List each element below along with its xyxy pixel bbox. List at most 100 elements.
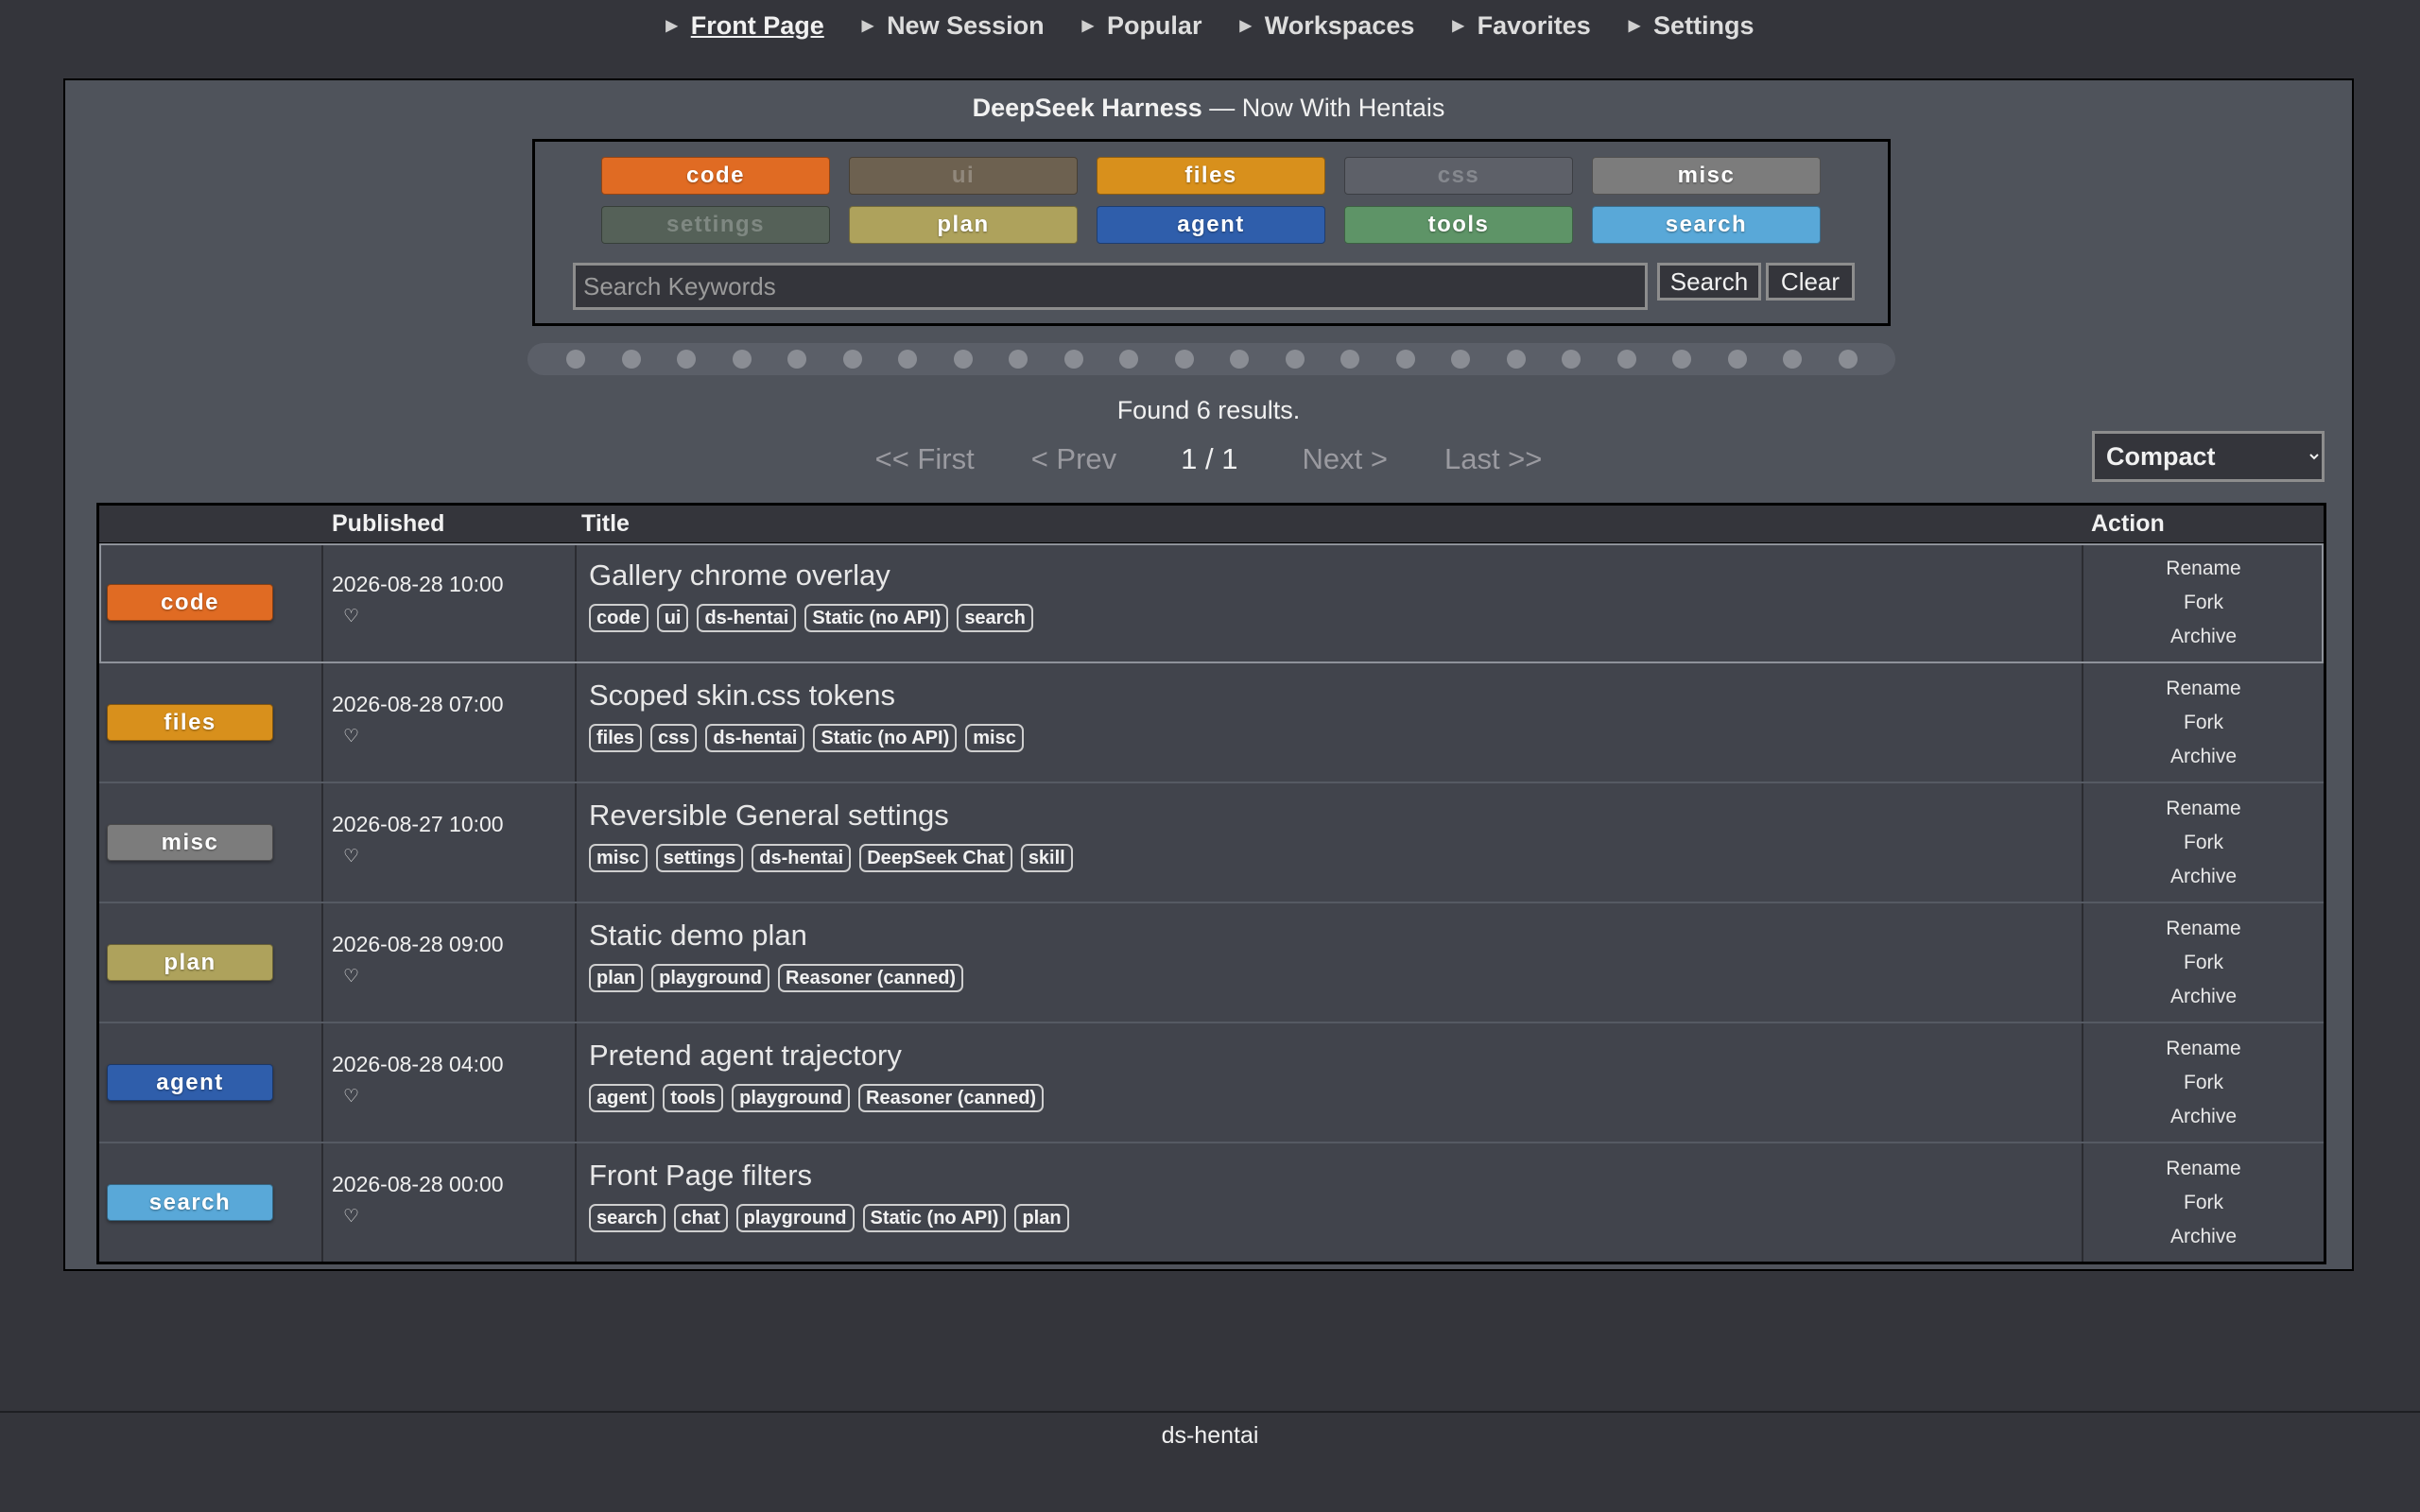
tag[interactable]: playground bbox=[735, 1204, 855, 1232]
tag[interactable]: agent bbox=[589, 1084, 655, 1112]
rename-link[interactable]: Rename bbox=[2166, 918, 2240, 940]
rename-link[interactable]: Rename bbox=[2166, 678, 2240, 700]
tag[interactable]: Static (no API) bbox=[862, 1204, 1007, 1232]
nav-popular[interactable]: ▶ Popular bbox=[1082, 11, 1202, 41]
slider-dot[interactable] bbox=[1395, 350, 1415, 369]
slider-dot[interactable] bbox=[732, 350, 752, 369]
nav-favorites[interactable]: ▶ Favorites bbox=[1452, 11, 1590, 41]
archive-link[interactable]: Archive bbox=[2170, 986, 2237, 1008]
category-badge[interactable]: misc bbox=[107, 824, 273, 861]
slider-dot[interactable] bbox=[1616, 350, 1636, 369]
slider-dot[interactable] bbox=[1230, 350, 1250, 369]
search-button[interactable]: Search bbox=[1657, 263, 1761, 301]
session-title-link[interactable]: Reversible General settings bbox=[589, 799, 2082, 833]
session-title-link[interactable]: Gallery chrome overlay bbox=[589, 558, 2082, 593]
fork-link[interactable]: Fork bbox=[2184, 592, 2223, 614]
tag[interactable]: plan bbox=[1014, 1204, 1069, 1232]
tag[interactable]: Static (no API) bbox=[804, 604, 949, 632]
tag[interactable]: ds-hentai bbox=[752, 844, 852, 872]
tag[interactable]: ui bbox=[656, 604, 689, 632]
favorite-heart-icon[interactable]: ♡ bbox=[343, 1086, 359, 1108]
slider-dot[interactable] bbox=[1783, 350, 1803, 369]
tag[interactable]: files bbox=[589, 724, 643, 752]
nav-settings[interactable]: ▶ Settings bbox=[1629, 11, 1754, 41]
archive-link[interactable]: Archive bbox=[2170, 746, 2237, 768]
archive-link[interactable]: Archive bbox=[2170, 626, 2237, 648]
rename-link[interactable]: Rename bbox=[2166, 1158, 2240, 1180]
slider-dot[interactable] bbox=[1506, 350, 1526, 369]
category-button-settings[interactable]: settings bbox=[601, 206, 830, 244]
slider-dot[interactable] bbox=[1063, 350, 1083, 369]
rename-link[interactable]: Rename bbox=[2166, 1038, 2240, 1060]
favorite-heart-icon[interactable]: ♡ bbox=[343, 726, 359, 747]
category-button-ui[interactable]: ui bbox=[849, 157, 1078, 195]
slider-dot[interactable] bbox=[677, 350, 697, 369]
tag[interactable]: Static (no API) bbox=[813, 724, 958, 752]
slider-dot[interactable] bbox=[1119, 350, 1139, 369]
tag[interactable]: Reasoner (canned) bbox=[778, 964, 964, 992]
fork-link[interactable]: Fork bbox=[2184, 1072, 2223, 1094]
category-button-plan[interactable]: plan bbox=[849, 206, 1078, 244]
fork-link[interactable]: Fork bbox=[2184, 1192, 2223, 1214]
clear-button[interactable]: Clear bbox=[1766, 263, 1855, 301]
tag[interactable]: skill bbox=[1020, 844, 1073, 872]
archive-link[interactable]: Archive bbox=[2170, 866, 2237, 888]
tag[interactable]: chat bbox=[673, 1204, 728, 1232]
slider-dot[interactable] bbox=[1562, 350, 1582, 369]
category-button-misc[interactable]: misc bbox=[1592, 157, 1821, 195]
slider-dot[interactable] bbox=[566, 350, 585, 369]
nav-new-session[interactable]: ▶ New Session bbox=[862, 11, 1045, 41]
fork-link[interactable]: Fork bbox=[2184, 952, 2223, 974]
rename-link[interactable]: Rename bbox=[2166, 798, 2240, 820]
fork-link[interactable]: Fork bbox=[2184, 832, 2223, 854]
tag[interactable]: search bbox=[957, 604, 1033, 632]
tag[interactable]: ds-hentai bbox=[697, 604, 797, 632]
tag[interactable]: plan bbox=[589, 964, 644, 992]
category-badge[interactable]: code bbox=[107, 584, 273, 621]
category-badge[interactable]: files bbox=[107, 704, 273, 741]
category-badge[interactable]: agent bbox=[107, 1064, 273, 1101]
category-badge[interactable]: search bbox=[107, 1184, 273, 1221]
tag[interactable]: DeepSeek Chat bbox=[859, 844, 1012, 872]
tag[interactable]: ds-hentai bbox=[705, 724, 805, 752]
session-title-link[interactable]: Static demo plan bbox=[589, 919, 2082, 953]
archive-link[interactable]: Archive bbox=[2170, 1226, 2237, 1248]
category-button-tools[interactable]: tools bbox=[1344, 206, 1573, 244]
tag[interactable]: tools bbox=[663, 1084, 724, 1112]
tag[interactable]: misc bbox=[965, 724, 1024, 752]
tag[interactable]: Reasoner (canned) bbox=[858, 1084, 1045, 1112]
tag[interactable]: playground bbox=[651, 964, 770, 992]
slider-dot[interactable] bbox=[1672, 350, 1692, 369]
tag[interactable]: search bbox=[589, 1204, 666, 1232]
slider-dot[interactable] bbox=[898, 350, 918, 369]
slider-dot[interactable] bbox=[1174, 350, 1194, 369]
category-button-search[interactable]: search bbox=[1592, 206, 1821, 244]
nav-workspaces[interactable]: ▶ Workspaces bbox=[1239, 11, 1414, 41]
slider-dot[interactable] bbox=[1340, 350, 1360, 369]
category-button-files[interactable]: files bbox=[1097, 157, 1325, 195]
rename-link[interactable]: Rename bbox=[2166, 558, 2240, 580]
archive-link[interactable]: Archive bbox=[2170, 1106, 2237, 1128]
fork-link[interactable]: Fork bbox=[2184, 712, 2223, 734]
slider-dot[interactable] bbox=[1009, 350, 1028, 369]
category-badge[interactable]: plan bbox=[107, 944, 273, 981]
slider-dot[interactable] bbox=[787, 350, 807, 369]
favorite-heart-icon[interactable]: ♡ bbox=[343, 966, 359, 988]
slider-dot[interactable] bbox=[1285, 350, 1305, 369]
slider-dot[interactable] bbox=[953, 350, 973, 369]
favorite-heart-icon[interactable]: ♡ bbox=[343, 1206, 359, 1228]
view-mode-select[interactable]: Compact bbox=[2092, 431, 2325, 482]
slider-dot[interactable] bbox=[1727, 350, 1747, 369]
session-title-link[interactable]: Front Page filters bbox=[589, 1159, 2082, 1193]
category-button-css[interactable]: css bbox=[1344, 157, 1573, 195]
favorite-heart-icon[interactable]: ♡ bbox=[343, 846, 359, 868]
slider-dot[interactable] bbox=[1451, 350, 1471, 369]
category-button-code[interactable]: code bbox=[601, 157, 830, 195]
search-input[interactable] bbox=[573, 263, 1648, 310]
tag[interactable]: playground bbox=[732, 1084, 851, 1112]
slider-dot[interactable] bbox=[621, 350, 641, 369]
slider-dot[interactable] bbox=[1838, 350, 1858, 369]
tag[interactable]: misc bbox=[589, 844, 648, 872]
session-title-link[interactable]: Scoped skin.css tokens bbox=[589, 679, 2082, 713]
favorite-heart-icon[interactable]: ♡ bbox=[343, 606, 359, 627]
